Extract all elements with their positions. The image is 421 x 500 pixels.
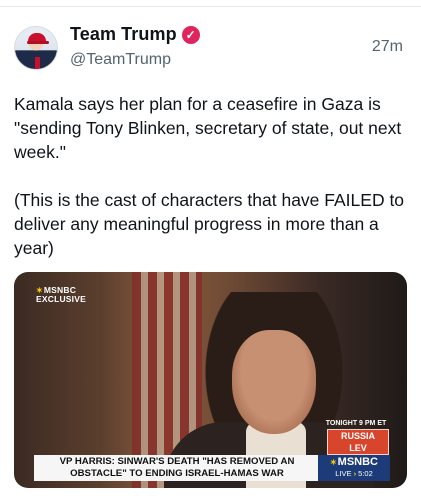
avatar-hat-brim xyxy=(27,41,49,44)
tweet-media[interactable]: ✶MSNBC EXCLUSIVE TONIGHT 9 PM ET RUSSIA … xyxy=(14,272,407,488)
promo-tonight: TONIGHT 9 PM ET xyxy=(325,420,387,427)
msnbc-live-bug: ✶MSNBC LIVE › 5:02 xyxy=(318,455,390,481)
avatar-tie xyxy=(35,57,40,69)
interview-subject-face xyxy=(232,330,316,434)
live-label: LIVE xyxy=(335,469,352,478)
promo-title-2: LEV xyxy=(349,443,367,453)
brand-logo: MSNBC xyxy=(337,456,379,468)
name-row: Team Trump ✓ xyxy=(70,24,200,45)
lower-third-caption: VP HARRIS: SINWAR'S DEATH "HAS REMOVED A… xyxy=(34,455,318,481)
promo-title-1: RUSSIA xyxy=(340,431,375,441)
exclusive-tag: EXCLUSIVE xyxy=(36,294,86,304)
tweet-text: Kamala says her plan for a ceasefire in … xyxy=(14,94,405,258)
display-name[interactable]: Team Trump xyxy=(70,24,177,45)
verified-badge-icon: ✓ xyxy=(181,25,200,44)
tweet-header: Team Trump ✓ @TeamTrump 27m xyxy=(14,24,407,74)
avatar[interactable] xyxy=(14,26,58,70)
promo-box: RUSSIA LEV xyxy=(327,429,389,455)
peacock-icon: ✶ xyxy=(329,458,337,467)
msnbc-exclusive-tag: ✶MSNBC EXCLUSIVE xyxy=(36,286,86,304)
top-divider xyxy=(0,0,421,7)
live-time: 5:02 xyxy=(358,469,373,478)
timestamp[interactable]: 27m xyxy=(372,38,403,56)
account-handle[interactable]: @TeamTrump xyxy=(70,51,171,69)
